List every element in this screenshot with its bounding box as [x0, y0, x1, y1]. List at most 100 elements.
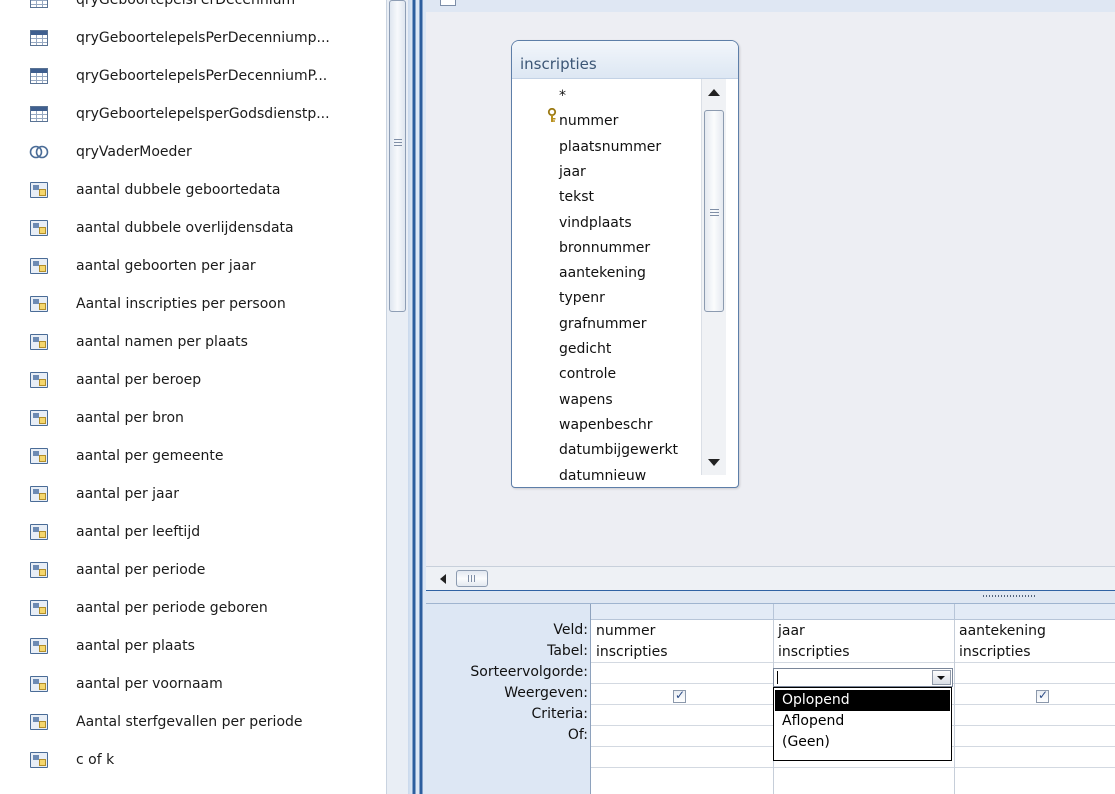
- field-list-item[interactable]: gedicht: [559, 341, 611, 366]
- column-selector-2[interactable]: [774, 604, 955, 620]
- navigation-item-label: aantal namen per plaats: [76, 334, 248, 350]
- field-list-item[interactable]: datumnieuw: [559, 468, 646, 487]
- field-list-title-bar[interactable]: inscripties: [512, 41, 738, 79]
- navigation-scroll-thumb[interactable]: [389, 0, 406, 312]
- navigation-item-label: qryGeboortelepelsperGodsdienstp...: [76, 106, 330, 122]
- query-icon: [30, 220, 48, 236]
- field-list-item[interactable]: wapens: [559, 392, 613, 417]
- query-icon: [30, 638, 48, 654]
- query-icon: [30, 676, 48, 692]
- cell-table-1[interactable]: inscripties: [596, 644, 668, 665]
- design-scroll-thumb[interactable]: [456, 570, 488, 587]
- navigation-item[interactable]: aantal geboorten per jaar: [0, 247, 386, 285]
- navigation-item-label: qryGeboortelepelsPerDecenniump...: [76, 30, 330, 46]
- navigation-item-label: aantal per jaar: [76, 486, 179, 502]
- field-list-title: inscripties: [520, 55, 597, 73]
- scroll-grip-icon: [710, 209, 719, 216]
- scroll-up-icon[interactable]: [708, 89, 720, 96]
- navigation-item[interactable]: aantal namen per plaats: [0, 323, 386, 361]
- navigation-item[interactable]: qryGeboortepelsPerDecennium: [0, 0, 386, 19]
- field-list-inscripties[interactable]: inscripties * nummer plaatsnummer jaar tekst…: [511, 40, 739, 488]
- field-list-item[interactable]: *: [559, 88, 566, 113]
- field-list-item[interactable]: jaar: [559, 164, 586, 189]
- row-label-criteria: Criteria:: [531, 706, 588, 722]
- navigation-scrollbar[interactable]: [386, 0, 408, 794]
- field-list-item[interactable]: controle: [559, 366, 616, 391]
- navigation-item[interactable]: qryGeboortelepelsperGodsdienstp...: [0, 95, 386, 133]
- query-icon: [30, 334, 48, 350]
- scroll-grip-icon: [468, 575, 476, 582]
- query-icon: [30, 486, 48, 502]
- grid-line: [591, 767, 1115, 768]
- option-oplopend[interactable]: Oplopend: [775, 690, 950, 711]
- cell-table-3[interactable]: inscripties: [959, 644, 1031, 665]
- navigation-item[interactable]: aantal per voornaam: [0, 665, 386, 703]
- navigation-item[interactable]: Aantal sterfgevallen per periode: [0, 703, 386, 741]
- navigation-item[interactable]: qryGeboortelepelsPerDecenniumP...: [0, 57, 386, 95]
- navigation-item[interactable]: aantal per periode: [0, 551, 386, 589]
- navigation-item-label: qryGeboortepelsPerDecennium: [76, 0, 296, 8]
- cell-table-2[interactable]: inscripties: [778, 644, 850, 665]
- design-horizontal-scrollbar[interactable]: [426, 566, 1115, 591]
- navigation-item[interactable]: aantal per jaar: [0, 475, 386, 513]
- navigation-item-label: Aantal inscripties per persoon: [76, 296, 286, 312]
- sort-order-dropdown[interactable]: [773, 668, 953, 687]
- grid-icon: [30, 30, 48, 46]
- navigation-pane: qryGeboortepelsPerDecennium qryGeboortele…: [0, 0, 386, 794]
- dropdown-arrow-icon[interactable]: [932, 670, 951, 685]
- field-list-item[interactable]: plaatsnummer: [559, 139, 661, 164]
- show-checkbox-1[interactable]: [673, 688, 686, 703]
- field-list-item[interactable]: vindplaats: [559, 215, 632, 240]
- field-list-item[interactable]: typenr: [559, 290, 605, 315]
- navigation-item-label: aantal dubbele geboortedata: [76, 182, 281, 198]
- field-list-item[interactable]: tekst: [559, 189, 594, 214]
- row-label-veld: Veld:: [553, 622, 588, 638]
- navigation-item[interactable]: aantal dubbele geboortedata: [0, 171, 386, 209]
- query-grid-pane: Veld: Tabel: Sorteervolgorde: Weergeven:…: [426, 604, 1115, 794]
- navigation-item[interactable]: aantal per bron: [0, 399, 386, 437]
- navigation-item[interactable]: aantal per gemeente: [0, 437, 386, 475]
- scroll-down-icon[interactable]: [708, 459, 720, 466]
- scroll-grip-icon: [394, 139, 402, 146]
- field-list-item[interactable]: wapenbeschr: [559, 417, 653, 442]
- navigation-item[interactable]: aantal per plaats: [0, 627, 386, 665]
- pane-divider[interactable]: [408, 0, 426, 794]
- grid-icon: [30, 68, 48, 84]
- navigation-item[interactable]: Aantal inscripties per persoon: [0, 285, 386, 323]
- query-icon: [30, 562, 48, 578]
- grid-icon: [30, 0, 48, 8]
- field-list-item[interactable]: bronnummer: [559, 240, 650, 265]
- navigation-item[interactable]: aantal per beroep: [0, 361, 386, 399]
- field-list-item[interactable]: datumbijgewerkt: [559, 442, 678, 467]
- scroll-left-icon[interactable]: [440, 574, 446, 584]
- option-geen[interactable]: (Geen): [775, 732, 950, 753]
- field-list-scrollbar[interactable]: [701, 79, 726, 475]
- field-list-item[interactable]: nummer: [559, 113, 618, 138]
- navigation-item[interactable]: aantal per periode geboren: [0, 589, 386, 627]
- column-selector-3[interactable]: [955, 604, 1115, 620]
- navigation-item[interactable]: aantal dubbele overlijdensdata: [0, 209, 386, 247]
- grid-line: [954, 620, 955, 794]
- navigation-item[interactable]: qryGeboortelepelsPerDecenniump...: [0, 19, 386, 57]
- cell-field-2[interactable]: jaar: [778, 623, 805, 644]
- query-icon: [30, 372, 48, 388]
- navigation-item[interactable]: aantal per leeftijd: [0, 513, 386, 551]
- pane-splitter[interactable]: [426, 590, 1115, 604]
- cell-field-1[interactable]: nummer: [596, 623, 655, 644]
- query-icon: [30, 524, 48, 540]
- field-list-item[interactable]: grafnummer: [559, 316, 647, 341]
- navigation-item-label: aantal dubbele overlijdensdata: [76, 220, 294, 236]
- row-label-weergeven: Weergeven:: [504, 685, 588, 701]
- navigation-item[interactable]: c of k: [0, 741, 386, 779]
- query-icon: [30, 296, 48, 312]
- row-label-of: Of:: [567, 727, 588, 743]
- navigation-item[interactable]: qryVaderMoeder: [0, 133, 386, 171]
- navigation-item-label: aantal per periode: [76, 562, 206, 578]
- column-selector-1[interactable]: [591, 604, 774, 620]
- option-aflopend[interactable]: Aflopend: [775, 711, 950, 732]
- query-icon: [30, 714, 48, 730]
- field-list-item[interactable]: aantekening: [559, 265, 646, 290]
- show-checkbox-3[interactable]: [1036, 688, 1049, 703]
- cell-field-3[interactable]: aantekening: [959, 623, 1046, 644]
- field-list-scroll-thumb[interactable]: [704, 110, 724, 312]
